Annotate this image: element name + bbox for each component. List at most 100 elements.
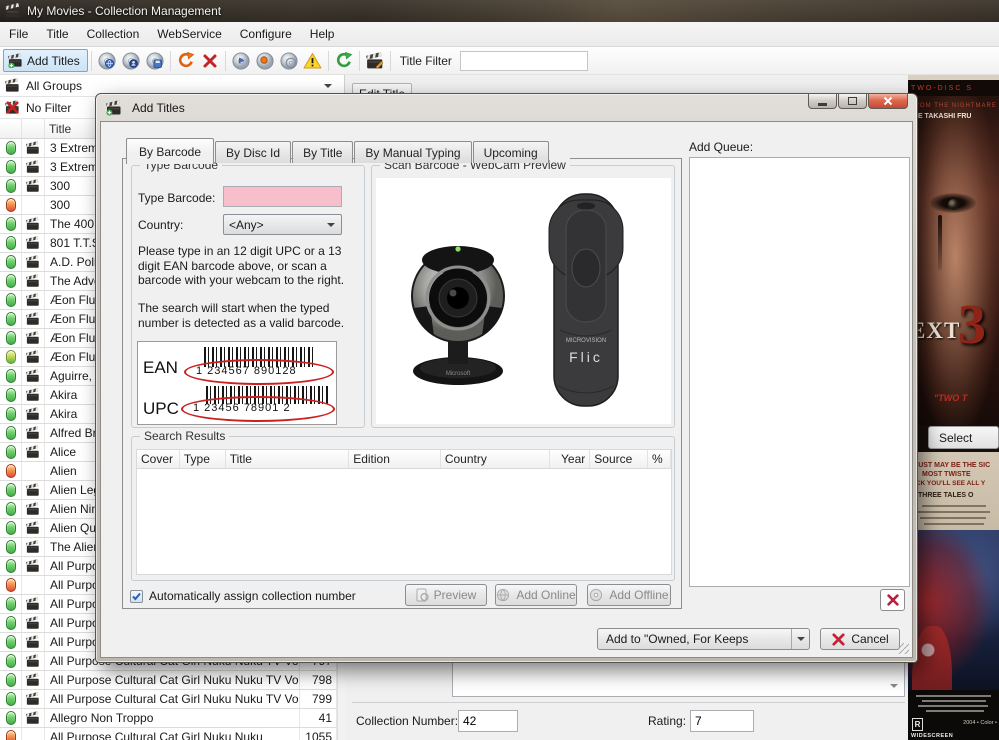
clapperboard-icon [22,443,45,461]
title-cell: Allegro Non Troppo [45,709,300,727]
disc-user-icon[interactable] [119,49,143,73]
split-dropdown-arrow[interactable] [791,629,809,649]
add-offline-button[interactable]: Add Offline [587,584,671,606]
close-button[interactable] [868,93,908,109]
toolbar-separator [390,51,391,71]
upc-label: UPC [143,399,179,419]
status-badge [0,310,22,328]
title-filter-input[interactable] [460,51,588,71]
status-badge [0,177,22,195]
status-badge [0,386,22,404]
cover-back-image: "JUST MAY BE THE SIC MOST TWISTE LICK YO… [908,452,999,740]
menu-item[interactable]: Configure [231,23,301,45]
chevron-down-icon [324,84,332,88]
barcode-field-label: Type Barcode: [138,191,215,205]
maximize-button[interactable] [838,93,867,109]
add-titles-button[interactable]: Add Titles [3,49,88,72]
clapperboard-icon [22,386,45,404]
add-titles-dialog: Add Titles By BarcodeBy Disc IdBy TitleB… [95,93,918,663]
clapperboard-icon [22,215,45,233]
cover-iris-art [948,199,959,210]
clapperboard-icon [22,671,45,689]
add-titles-label: Add Titles [27,54,80,68]
tab[interactable]: By Manual Typing [354,141,471,163]
queue-delete-button[interactable] [880,589,905,611]
menu-item[interactable]: WebService [148,23,230,45]
search-results-column-header[interactable]: Source [590,450,648,468]
disc-save-icon[interactable] [143,49,167,73]
year-color-label: 2004 • Color • [963,720,997,726]
webcam-brand-text: Microsoft [446,371,471,377]
menu-item[interactable]: Help [301,23,344,45]
list-item[interactable]: All Purpose Cultural Cat Girl Nuku Nuku … [0,690,345,709]
tab[interactable]: By Barcode [126,138,214,164]
minimize-button[interactable] [808,93,837,109]
cancel-button[interactable]: Cancel [820,628,900,650]
collection-number-cell: 1055 [300,728,337,740]
preview-label: Preview [434,588,477,602]
cover-credits-line: IIKE TAKASHI FRU [909,113,971,120]
preview-button[interactable]: Preview [405,584,487,606]
barcode-input[interactable] [223,186,342,207]
search-results-body [136,469,672,575]
tab[interactable]: Upcoming [473,141,549,163]
search-results-column-header[interactable]: Cover [137,450,180,468]
cover-tear-art [938,215,942,270]
status-badge [0,595,22,613]
search-results-column-header[interactable]: Edition [349,450,441,468]
scroll-down-arrow-icon[interactable] [890,684,898,688]
icon-column-header[interactable] [22,119,45,138]
menu-item[interactable]: Collection [78,23,149,45]
search-results-column-header[interactable]: Type [180,450,226,468]
search-results-column-header[interactable]: Year [550,450,590,468]
add-queue-listbox[interactable] [689,157,910,587]
menu-item[interactable]: File [0,23,37,45]
back-quote-line-3: LICK YOU'LL SEE ALL Y [910,480,985,487]
dialog-titlebar[interactable]: Add Titles [96,94,917,121]
auto-assign-checkbox[interactable] [130,590,143,603]
collection-number-input[interactable] [458,710,518,732]
rating-input[interactable] [690,710,754,732]
resize-grip[interactable] [898,643,909,654]
filter-selector-label: No Filter [26,101,71,115]
disc-play-icon[interactable] [229,49,253,73]
search-results-column-header[interactable]: Country [441,450,551,468]
barcode-scanner-image: MICROVISION Flic [534,190,638,412]
warning-icon[interactable] [301,49,325,73]
list-item[interactable]: Allegro Non Troppo 41 [0,709,345,728]
disc-record-icon[interactable] [253,49,277,73]
add-online-button[interactable]: Add Online [495,584,577,606]
clapperboard-icon [22,519,45,537]
form-divider [352,702,905,703]
webcam-device-image: Microsoft [398,228,518,388]
webcam-preview-group: Scan Barcode - WebCam Preview [371,165,675,428]
search-results-column-header[interactable]: % [648,450,671,468]
refresh-orange-icon[interactable] [174,49,198,73]
refresh-green-icon[interactable] [332,49,356,73]
search-results-column-header[interactable]: Title [226,450,350,468]
status-badge [0,728,22,740]
country-dropdown[interactable]: <Any> [223,214,342,235]
clapperboard-icon [22,139,45,157]
delete-red-x-icon[interactable] [198,49,222,73]
tab[interactable]: By Disc Id [215,141,291,163]
select-cover-button[interactable]: Select [928,426,999,449]
status-column-header[interactable] [0,119,22,138]
disc-copy-icon[interactable] [277,49,301,73]
edit-clapperboard-icon[interactable] [363,49,387,73]
close-x-icon [883,96,893,106]
minimize-icon [818,103,827,106]
menu-item[interactable]: Title [37,23,77,45]
list-item[interactable]: All Purpose Cultural Cat Girl Nuku Nuku … [0,671,345,690]
tab[interactable]: By Title [292,141,353,163]
back-text-bar [918,511,990,513]
back-heading: THREE TALES O [918,492,973,499]
list-item[interactable]: All Purpose Cultural Cat Girl Nuku Nuku … [0,728,345,740]
add-to-collection-split-button[interactable]: Add to "Owned, For Keeps [597,628,810,650]
clapperboard-icon [22,709,45,727]
credits-bar [916,695,991,697]
disc-web-icon[interactable] [95,49,119,73]
clapperboard-icon [22,310,45,328]
checkmark-icon [131,591,142,602]
app-clapperboard-icon [5,3,21,19]
